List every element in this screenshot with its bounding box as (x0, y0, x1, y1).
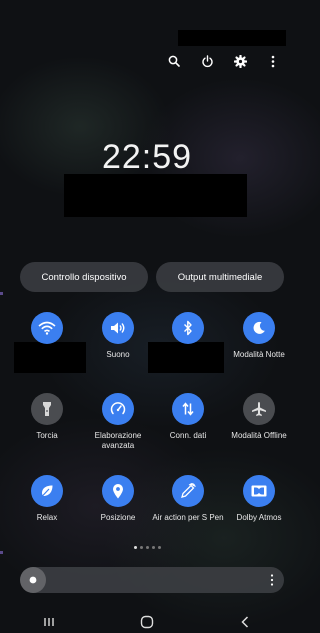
redacted-status-area (178, 30, 286, 46)
page-dot[interactable] (133, 546, 137, 549)
speedometer-icon (102, 393, 134, 425)
tile-label: Elaborazione avanzata (94, 431, 142, 450)
clock: 22:59 (101, 138, 193, 176)
quick-panel-toolbar (165, 52, 282, 70)
location-pin-icon (102, 475, 134, 507)
tile-bluetooth[interactable] (152, 312, 224, 350)
tile-label: Modalità Offline (231, 431, 287, 440)
page-dot[interactable] (157, 546, 161, 549)
device-control-button[interactable]: Controllo dispositivo (20, 262, 148, 292)
media-output-button[interactable]: Output multimediale (156, 262, 284, 292)
airplane-icon (243, 393, 275, 425)
redacted-date-area (64, 174, 247, 217)
dolby-icon (243, 475, 275, 507)
wifi-icon (31, 312, 63, 344)
edge-marker (0, 551, 3, 554)
pen-icon (172, 475, 204, 507)
tile-location[interactable]: Posizione (82, 475, 154, 523)
tile-label: Conn. dati (169, 431, 207, 440)
leaf-icon (31, 475, 63, 507)
brightness-slider[interactable] (20, 567, 284, 593)
tile-sound[interactable]: Suono (82, 312, 154, 360)
gear-icon[interactable] (231, 52, 249, 70)
tile-data[interactable]: Conn. dati (152, 393, 224, 441)
tile-label: Air action per S Pen (152, 513, 224, 522)
tile-relax[interactable]: Relax (11, 475, 83, 523)
tile-night-mode[interactable]: Modalità Notte (223, 312, 295, 360)
tile-airplane[interactable]: Modalità Offline (223, 393, 295, 441)
tile-label: Relax (36, 513, 58, 522)
recent-apps-icon[interactable] (34, 612, 64, 632)
page-indicator (0, 546, 294, 549)
back-icon[interactable] (230, 612, 260, 632)
brightness-sun-icon (29, 576, 37, 584)
home-icon[interactable] (132, 612, 162, 632)
tile-label: Torcia (36, 431, 58, 440)
page-dot[interactable] (151, 546, 155, 549)
moon-icon (243, 312, 275, 344)
volume-icon (102, 312, 134, 344)
brightness-more-icon[interactable] (270, 573, 274, 587)
more-options-icon[interactable] (264, 52, 282, 70)
tile-wifi[interactable] (11, 312, 83, 350)
data-arrows-icon (172, 393, 204, 425)
tile-label: Dolby Atmos (236, 513, 282, 522)
bluetooth-icon (172, 312, 204, 344)
tile-torch[interactable]: Torcia (11, 393, 83, 441)
search-icon[interactable] (165, 52, 183, 70)
tile-label: Posizione (100, 513, 136, 522)
page-dot[interactable] (145, 546, 149, 549)
tile-dolby[interactable]: Dolby Atmos (223, 475, 295, 523)
page-dot[interactable] (139, 546, 143, 549)
power-icon[interactable] (198, 52, 216, 70)
tile-label: Modalità Notte (233, 350, 285, 359)
tile-label: Suono (106, 350, 130, 359)
flashlight-icon (31, 393, 63, 425)
tile-air-action[interactable]: Air action per S Pen (152, 475, 224, 523)
edge-marker (0, 292, 3, 295)
tile-advanced-processing[interactable]: Elaborazione avanzata (82, 393, 154, 451)
navigation-bar (0, 610, 294, 633)
